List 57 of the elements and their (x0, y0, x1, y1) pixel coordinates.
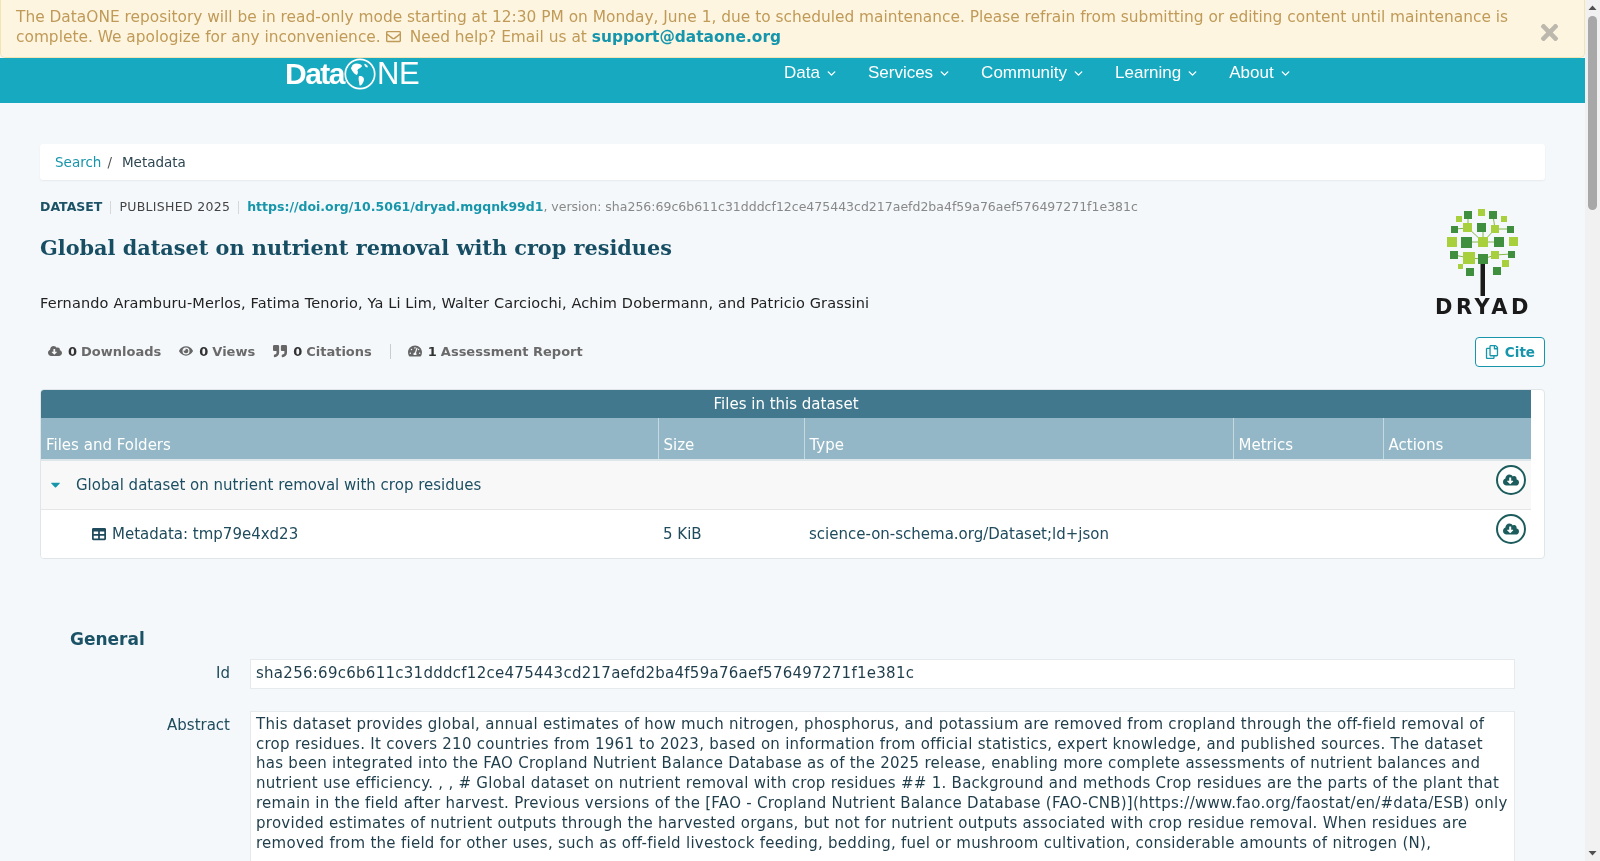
field-label: Abstract (166, 714, 230, 735)
section-heading: General (70, 628, 146, 650)
metric-count: 0 (293, 343, 303, 359)
nav-item[interactable]: Data (784, 63, 838, 83)
quote-icon (273, 344, 288, 358)
logo-text: NE (377, 59, 420, 89)
scrollbar[interactable] (1585, 0, 1600, 861)
tree-icon (1446, 208, 1518, 296)
metric-label: Downloads (81, 343, 162, 359)
banner-message: The DataONE repository will be in read-only mode starting at 12:30 PM on Monday, June 1, due to scheduled maintenance. Please refrain from submitting or editing content until maintenance is complete. We apologize for any inconvenience. Need help? Email us at support@dataone.org (16, 8, 1510, 47)
globe-icon (344, 58, 377, 90)
email-link[interactable]: support@dataone.org (591, 27, 781, 46)
nav-item[interactable]: Learning (1115, 63, 1200, 83)
copy-icon (1484, 345, 1499, 359)
cite-button[interactable]: Cite (1474, 337, 1545, 367)
version-text: , version: sha256:69c6b611c31dddcf12ce475443cd217aefd2ba4f59a76aef576497271f1e381c (543, 198, 1138, 216)
file-size: 5 KiB (663, 524, 702, 543)
gauge-icon (407, 344, 422, 358)
eye-icon (179, 344, 194, 358)
breadcrumb-link[interactable]: Search (55, 154, 102, 170)
column-header: Files and Folders (41, 418, 658, 460)
cloud-download-icon (1503, 472, 1520, 488)
field-value: sha256:69c6b611c31dddcf12ce475443cd217aefd2ba4f59a76aef576497271f1e381c (250, 659, 1515, 689)
column-header: Type (804, 418, 1233, 460)
column-header: Metrics (1233, 418, 1383, 460)
current-page-text: Metadata (121, 154, 186, 170)
download-button[interactable] (1496, 465, 1527, 495)
author-list: Fernando Aramburu-Merlos, Fatima Tenorio, Ya Li Lim, Walter Carciochi, Achim Dobermann, and Patricio Grassini (40, 293, 1405, 313)
nav-item[interactable]: About (1229, 63, 1292, 83)
table-title: Files in this dataset (41, 390, 1532, 418)
nav-item[interactable]: Community (981, 63, 1086, 83)
column-header: Size (658, 418, 804, 460)
table-icon (92, 526, 106, 541)
folder-name: Global dataset on nutrient removal with crop residues (76, 475, 482, 494)
doi-link[interactable]: https://doi.org/10.5061/dryad.mgqnk99d1 (247, 198, 544, 216)
field-value: This dataset provides global, annual estimates of how much nitrogen, phosphorus, and potassium are removed from cropland through the off-field removal of crop residues. It covers 210 countries from 1961 to 2023, based on information from official statistics, expert knowledge, and published sources. The dataset has been integrated into the FAO Cropland Nutrient Balance Database as of the 2025 release, enabling more complete assessments of nutrient balances and nutrient use efficiency. , , # Global dataset on nutrient removal with crop residues ## 1. Background and methods Crop residues are the parts of the plant that remain in the field after harvest. Previous versions of the [FAO - Cropland Nutrient Balance Database (FAO-CNB)](https://www.fao.org/faostat/en/#data/ESB) only provided estimates of nutrient outputs through the harvested organs, but not for nutrient outputs associated with crop residue removal. When residues are removed from the field for other uses, such as off-field livestock feeding, bedding, fuel or mushroom cultivation, considerable amounts of nitrogen (N), (250, 710, 1515, 861)
download-button[interactable] (1496, 513, 1527, 544)
metric-count: 1 (427, 343, 437, 359)
metric-label: Citations (306, 343, 372, 359)
logo-text: Data (285, 59, 345, 89)
breadcrumb-separator: / (107, 154, 112, 170)
cloud-download-icon (1503, 520, 1520, 537)
nav-item[interactable]: Services (867, 63, 952, 83)
metric-label: Assessment Report (440, 343, 583, 359)
metric-count: 0 (68, 343, 78, 359)
file-type: science-on-schema.org/Dataset;ld+json (809, 524, 1109, 543)
repository-logo-text: DRYAD (1435, 296, 1532, 318)
file-name: Metadata: tmp79e4xd23 (112, 524, 299, 543)
field-label: Id (215, 663, 230, 683)
metric-label: Views (212, 343, 256, 359)
metric-count: 0 (199, 343, 209, 359)
column-header: Actions (1383, 418, 1532, 460)
envelope-icon (385, 28, 401, 44)
published-date: PUBLISHED 2025 (119, 198, 231, 216)
cloud-download-icon (48, 344, 62, 358)
dataset-type: DATASET (40, 198, 103, 216)
dataset-title: Global dataset on nutrient removal with crop residues (40, 234, 673, 262)
